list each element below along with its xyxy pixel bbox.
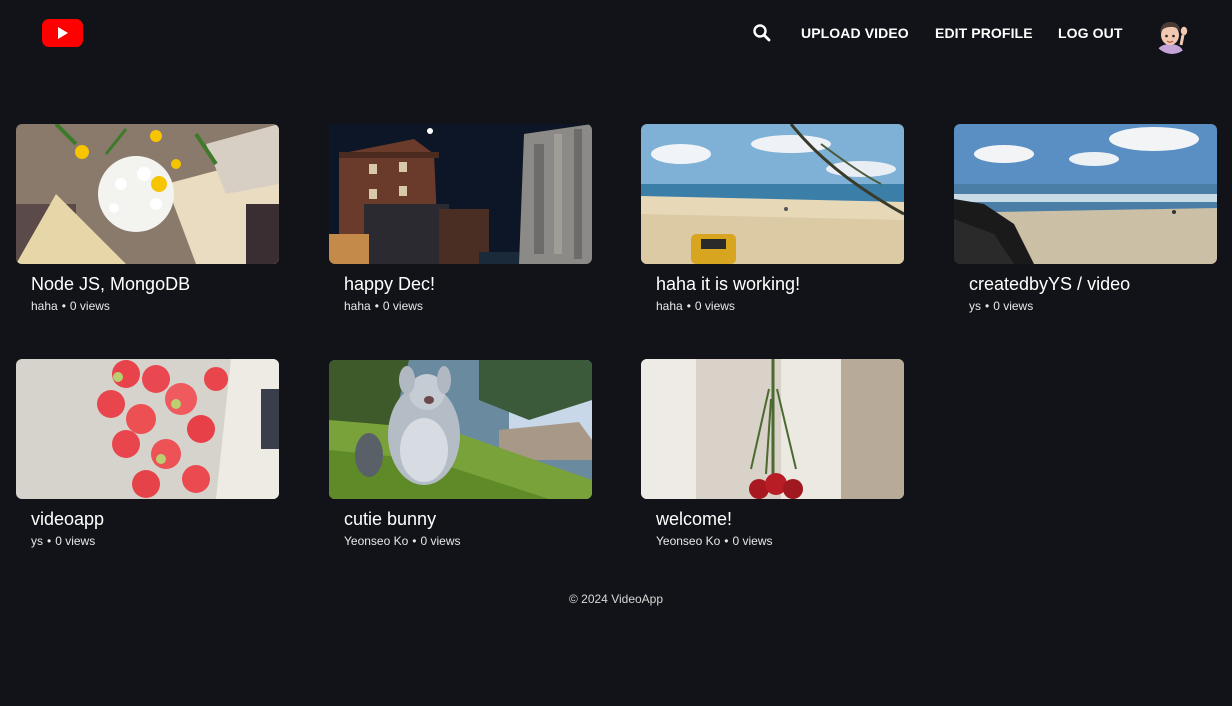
video-meta: haha • 0 views [656, 298, 904, 314]
video-title[interactable]: welcome! [656, 509, 904, 529]
video-views: 0 views [382, 299, 423, 313]
video-author: ys [31, 534, 43, 548]
video-author: haha [31, 299, 58, 313]
video-title[interactable]: happy Dec! [344, 274, 592, 294]
flower-bouquet-image [16, 124, 279, 264]
footer-copyright: © 2024 VideoApp [568, 592, 664, 606]
video-card[interactable]: happy Dec! haha • 0 views [329, 124, 592, 314]
video-views: 0 views [732, 534, 773, 548]
separator-dot: • [374, 299, 379, 313]
upload-video-link[interactable]: UPLOAD VIDEO [801, 25, 909, 41]
video-title[interactable]: Node JS, MongoDB [31, 274, 279, 294]
video-views: 0 views [69, 299, 110, 313]
video-card[interactable]: haha it is working! haha • 0 views [641, 124, 904, 314]
video-title[interactable]: haha it is working! [656, 274, 904, 294]
video-views: 0 views [993, 299, 1034, 313]
video-author: haha [344, 299, 371, 313]
video-thumbnail[interactable] [329, 124, 592, 264]
separator-dot: • [47, 534, 52, 548]
video-thumbnail[interactable] [641, 124, 904, 264]
separator-dot: • [412, 534, 417, 548]
hanging-roses-image [641, 359, 904, 499]
separator-dot: • [61, 299, 66, 313]
video-thumbnail[interactable] [16, 359, 279, 499]
video-title[interactable]: cutie bunny [344, 509, 592, 529]
youtube-logo-icon[interactable] [42, 19, 83, 47]
video-thumbnail[interactable] [954, 124, 1217, 264]
edit-profile-link[interactable]: EDIT PROFILE [935, 25, 1033, 41]
video-thumbnail[interactable] [329, 360, 592, 499]
video-card[interactable]: cutie bunny Yeonseo Ko • 0 views [329, 359, 592, 549]
video-meta: haha • 0 views [344, 298, 592, 314]
video-author: Yeonseo Ko [656, 534, 721, 548]
beach-image [641, 124, 904, 264]
video-title[interactable]: videoapp [31, 509, 279, 529]
video-card[interactable]: welcome! Yeonseo Ko • 0 views [641, 359, 904, 549]
video-meta: ys • 0 views [969, 298, 1217, 314]
video-views: 0 views [420, 534, 461, 548]
video-author: Yeonseo Ko [344, 534, 409, 548]
separator-dot: • [686, 299, 691, 313]
video-card[interactable]: Node JS, MongoDB haha • 0 views [16, 124, 279, 314]
video-meta: haha • 0 views [31, 298, 279, 314]
waving-person-icon [1153, 16, 1191, 54]
log-out-link[interactable]: LOG OUT [1058, 25, 1122, 41]
video-author: ys [969, 299, 981, 313]
video-card[interactable]: createdbyYS / video ys • 0 views [954, 124, 1217, 314]
video-card[interactable]: videoapp ys • 0 views [16, 359, 279, 549]
separator-dot: • [985, 299, 990, 313]
video-title[interactable]: createdbyYS / video [969, 274, 1217, 294]
video-author: haha [656, 299, 683, 313]
video-meta: ys • 0 views [31, 533, 279, 549]
video-thumbnail[interactable] [16, 124, 279, 264]
top-navbar: UPLOAD VIDEO EDIT PROFILE LOG OUT [0, 0, 1232, 66]
user-avatar[interactable] [1153, 16, 1191, 54]
video-meta: Yeonseo Ko • 0 views [344, 533, 592, 549]
video-views: 0 views [55, 534, 96, 548]
night-buildings-image [329, 124, 592, 264]
video-views: 0 views [694, 299, 735, 313]
video-thumbnail[interactable] [641, 359, 904, 499]
peonies-image [16, 359, 279, 499]
cartoon-bunny-image [329, 360, 592, 499]
separator-dot: • [724, 534, 729, 548]
rocky-beach-image [954, 124, 1217, 264]
video-meta: Yeonseo Ko • 0 views [656, 533, 904, 549]
search-icon[interactable] [752, 23, 772, 43]
